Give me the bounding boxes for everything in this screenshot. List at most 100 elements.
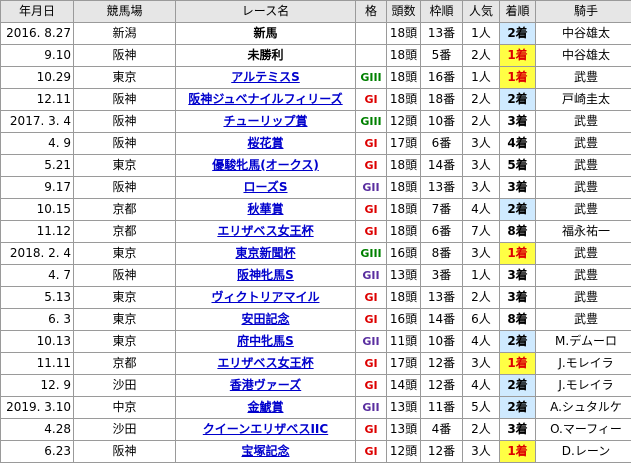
race-name-cell[interactable]: エリザベス女王杯: [176, 221, 356, 243]
race-name-link[interactable]: 阪神牝馬S: [237, 268, 294, 282]
race-name-cell[interactable]: 香港ヴァーズ: [176, 375, 356, 397]
runners-cell: 18頭: [387, 89, 421, 111]
race-name-cell[interactable]: 桜花賞: [176, 133, 356, 155]
runners-cell: 13頭: [387, 419, 421, 441]
popularity-cell: 2人: [463, 111, 500, 133]
popularity-cell: 3人: [463, 353, 500, 375]
table-row: 4. 7阪神阪神牝馬SGII13頭3番1人3着武豊: [1, 265, 631, 287]
popularity-cell: 5人: [463, 397, 500, 419]
race-name-cell[interactable]: 阪神ジュベナイルフィリーズ: [176, 89, 356, 111]
race-name-cell[interactable]: 東京新聞杯: [176, 243, 356, 265]
grade-badge: GI: [356, 89, 387, 111]
jockey-cell: 武豊: [536, 199, 631, 221]
race-name-cell[interactable]: 金鯱賞: [176, 397, 356, 419]
race-name-link[interactable]: ヴィクトリアマイル: [211, 290, 319, 304]
grade-badge: GI: [356, 155, 387, 177]
venue-cell: 沙田: [74, 419, 176, 441]
table-body: 2016. 8.27新潟新馬18頭13番1人2着中谷雄太9.10阪神未勝利18頭…: [1, 23, 631, 463]
finish-cell: 1着: [500, 243, 536, 265]
grade-badge: GI: [356, 133, 387, 155]
table-row: 12. 9沙田香港ヴァーズGI14頭12番4人2着J.モレイラ: [1, 375, 631, 397]
race-name-link[interactable]: アルテミスS: [231, 70, 300, 84]
race-name-link[interactable]: 阪神ジュベナイルフィリーズ: [188, 92, 342, 106]
runners-cell: 18頭: [387, 221, 421, 243]
runners-cell: 13頭: [387, 265, 421, 287]
race-name-link[interactable]: 府中牝馬S: [237, 334, 294, 348]
race-date-cell: 10.13: [1, 331, 74, 353]
race-name-cell[interactable]: 安田記念: [176, 309, 356, 331]
gate-cell: 14番: [421, 155, 463, 177]
gate-cell: 14番: [421, 309, 463, 331]
popularity-cell: 3人: [463, 155, 500, 177]
gate-cell: 18番: [421, 89, 463, 111]
popularity-cell: 1人: [463, 67, 500, 89]
jockey-cell: J.モレイラ: [536, 375, 631, 397]
race-name-cell[interactable]: 阪神牝馬S: [176, 265, 356, 287]
jockey-cell: A.シュタルケ: [536, 397, 631, 419]
finish-cell: 2着: [500, 89, 536, 111]
race-name-cell[interactable]: ヴィクトリアマイル: [176, 287, 356, 309]
grade-badge: GI: [356, 287, 387, 309]
header-grade: 格: [356, 1, 387, 23]
gate-cell: 3番: [421, 265, 463, 287]
table-row: 11.12京都エリザベス女王杯GI18頭6番7人8着福永祐一: [1, 221, 631, 243]
race-date-cell: 4. 9: [1, 133, 74, 155]
race-date-cell: 12. 9: [1, 375, 74, 397]
race-name-link[interactable]: 安田記念: [241, 312, 289, 326]
grade-badge: GI: [356, 221, 387, 243]
jockey-cell: 武豊: [536, 133, 631, 155]
race-name-link[interactable]: 金鯱賞: [247, 400, 283, 414]
race-date-cell: 6. 3: [1, 309, 74, 331]
finish-cell: 3着: [500, 111, 536, 133]
finish-cell: 3着: [500, 419, 536, 441]
grade-badge: GI: [356, 375, 387, 397]
table-row: 2017. 3. 4阪神チューリップ賞GIII12頭10番2人3着武豊: [1, 111, 631, 133]
race-date-cell: 4. 7: [1, 265, 74, 287]
race-name-cell[interactable]: ローズS: [176, 177, 356, 199]
jockey-cell: 武豊: [536, 67, 631, 89]
race-date-cell: 9.17: [1, 177, 74, 199]
gate-cell: 10番: [421, 111, 463, 133]
runners-cell: 12頭: [387, 111, 421, 133]
race-name-link[interactable]: 香港ヴァーズ: [230, 378, 301, 392]
runners-cell: 18頭: [387, 287, 421, 309]
race-name-link[interactable]: 優駿牝馬(オークス): [212, 158, 319, 172]
race-name-link[interactable]: エリザベス女王杯: [217, 224, 313, 238]
jockey-cell: 武豊: [536, 287, 631, 309]
race-name-cell: 未勝利: [176, 45, 356, 67]
table-row: 10.13東京府中牝馬SGII11頭10番4人2着M.デムーロ: [1, 331, 631, 353]
runners-cell: 16頭: [387, 243, 421, 265]
finish-cell: 1着: [500, 67, 536, 89]
race-name-link[interactable]: クイーンエリザベスIIC: [203, 422, 328, 436]
venue-cell: 東京: [74, 155, 176, 177]
race-name-link[interactable]: 秋華賞: [247, 202, 283, 216]
jockey-cell: J.モレイラ: [536, 353, 631, 375]
race-date-cell: 2016. 8.27: [1, 23, 74, 45]
race-name-link[interactable]: エリザベス女王杯: [217, 356, 313, 370]
race-name-cell[interactable]: エリザベス女王杯: [176, 353, 356, 375]
race-name-link[interactable]: ローズS: [243, 180, 287, 194]
race-name-cell[interactable]: アルテミスS: [176, 67, 356, 89]
table-row: 2016. 8.27新潟新馬18頭13番1人2着中谷雄太: [1, 23, 631, 45]
race-name-cell[interactable]: チューリップ賞: [176, 111, 356, 133]
popularity-cell: 2人: [463, 45, 500, 67]
race-name-link[interactable]: チューリップ賞: [223, 114, 307, 128]
popularity-cell: 7人: [463, 221, 500, 243]
runners-cell: 14頭: [387, 375, 421, 397]
gate-cell: 16番: [421, 67, 463, 89]
runners-cell: 16頭: [387, 309, 421, 331]
race-name-cell[interactable]: 府中牝馬S: [176, 331, 356, 353]
table-row: 5.13東京ヴィクトリアマイルGI18頭13番2人3着武豊: [1, 287, 631, 309]
race-name-link[interactable]: 東京新聞杯: [235, 246, 295, 260]
race-results-table: 年月日 競馬場 レース名 格 頭数 枠順 人気 着順 騎手 2016. 8.27…: [0, 0, 631, 463]
race-name-cell[interactable]: 優駿牝馬(オークス): [176, 155, 356, 177]
race-name-cell[interactable]: クイーンエリザベスIIC: [176, 419, 356, 441]
race-name-link[interactable]: 宝塚記念: [241, 444, 289, 458]
table-row: 2019. 3.10中京金鯱賞GII13頭11番5人2着A.シュタルケ: [1, 397, 631, 419]
grade-badge: [356, 23, 387, 45]
race-name-link[interactable]: 桜花賞: [247, 136, 283, 150]
race-name-cell[interactable]: 秋華賞: [176, 199, 356, 221]
table-row: 10.29東京アルテミスSGIII18頭16番1人1着武豊: [1, 67, 631, 89]
venue-cell: 東京: [74, 243, 176, 265]
race-date-cell: 4.28: [1, 419, 74, 441]
